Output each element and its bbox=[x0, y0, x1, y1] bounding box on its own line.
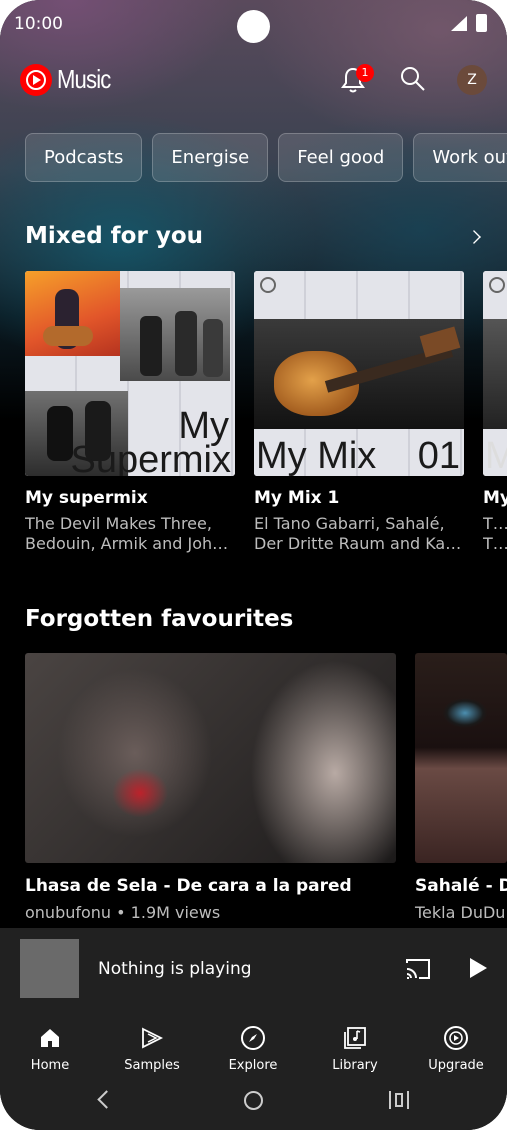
nav-explore[interactable]: Explore bbox=[213, 1020, 293, 1073]
library-icon bbox=[344, 1027, 366, 1049]
youtube-music-logo-icon[interactable] bbox=[20, 64, 52, 96]
video-thumbnail-sahale[interactable] bbox=[415, 653, 507, 863]
card-subtitle-line1: The Devil Makes Three, bbox=[25, 514, 212, 533]
home-icon bbox=[41, 1029, 59, 1047]
mix-card-my-mix-2[interactable]: M My Mix 2 The The bbox=[483, 271, 507, 554]
search-button[interactable] bbox=[400, 66, 426, 92]
my-mix-2-artwork: M bbox=[483, 271, 507, 476]
nav-upgrade[interactable]: Upgrade bbox=[416, 1020, 496, 1073]
supermix-artwork: My Supermix bbox=[25, 271, 235, 476]
mix-card-my-mix-1[interactable]: My Mix 01 My Mix 1 El Tano Gabarri, Saha… bbox=[254, 271, 464, 554]
mini-player[interactable]: Nothing is playing bbox=[0, 928, 507, 1010]
card-subtitle-line1: The bbox=[483, 514, 507, 533]
art-text-my-mix: My Mix bbox=[256, 435, 377, 476]
samples-icon bbox=[142, 1027, 164, 1049]
nav-home[interactable]: Home bbox=[10, 1020, 90, 1073]
mix-card-supermix[interactable]: My Supermix My supermix The Devil Makes … bbox=[25, 271, 235, 554]
system-navigation bbox=[0, 1090, 507, 1120]
now-playing-text: Nothing is playing bbox=[98, 959, 252, 979]
status-time: 10:00 bbox=[14, 14, 63, 34]
camera-cutout bbox=[237, 10, 270, 43]
status-bar: 10:00 bbox=[0, 0, 507, 48]
brand-name: Music bbox=[57, 64, 111, 94]
nav-library[interactable]: Library bbox=[315, 1020, 395, 1073]
card-subtitle-line2: Bedouin, Armik and Johnny... bbox=[25, 534, 235, 553]
chip-work-out[interactable]: Work out bbox=[413, 133, 507, 182]
back-icon[interactable] bbox=[97, 1090, 116, 1109]
art-text-m: M bbox=[485, 435, 507, 476]
card-subtitle-line1: El Tano Gabarri, Sahalé, bbox=[254, 514, 445, 533]
card-subtitle-line2: The bbox=[483, 534, 507, 553]
my-mix-1-artwork: My Mix 01 bbox=[254, 271, 464, 476]
notifications-button[interactable]: 1 bbox=[340, 64, 374, 96]
art-text-01: 01 bbox=[417, 435, 460, 476]
art-text-supermix: Supermix bbox=[70, 439, 232, 476]
nav-upgrade-label: Upgrade bbox=[428, 1058, 484, 1073]
cast-button[interactable] bbox=[405, 958, 431, 980]
nav-library-label: Library bbox=[332, 1058, 378, 1073]
phone-screen: 10:00 Music 1 Z Podcasts Energise Feel goo… bbox=[0, 0, 507, 1130]
play-icon[interactable] bbox=[470, 958, 487, 978]
nav-samples-label: Samples bbox=[124, 1058, 180, 1073]
mixed-for-you-title: Mixed for you bbox=[25, 223, 204, 249]
cast-icon bbox=[406, 959, 430, 979]
home-circle-icon[interactable] bbox=[244, 1091, 263, 1110]
mix-mark-icon bbox=[260, 277, 276, 293]
video-meta: onubufonu • 1.9M views bbox=[25, 903, 221, 922]
video-meta: Tekla DuDu bbox=[415, 903, 506, 922]
battery-icon bbox=[476, 14, 487, 32]
card-title: My Mix 1 bbox=[254, 488, 340, 508]
mini-player-thumbnail bbox=[20, 939, 79, 998]
card-title: My supermix bbox=[25, 488, 148, 508]
forgotten-favourites-title: Forgotten favourites bbox=[25, 606, 294, 632]
card-subtitle-line2: Der Dritte Raum and Karuan... bbox=[254, 534, 464, 553]
notification-badge: 1 bbox=[356, 64, 374, 82]
nav-explore-label: Explore bbox=[228, 1058, 278, 1073]
video-title[interactable]: Sahalé - Djembe bbox=[415, 876, 507, 896]
card-title: My Mix 2 bbox=[483, 488, 507, 508]
chip-energise[interactable]: Energise bbox=[152, 133, 269, 182]
recents-icon[interactable] bbox=[389, 1091, 409, 1109]
search-icon bbox=[401, 67, 425, 91]
bottom-navigation: Home Samples Explore Library Upgrade bbox=[0, 1010, 507, 1130]
mood-chips: Podcasts Energise Feel good Work out bbox=[25, 133, 507, 183]
nav-home-label: Home bbox=[30, 1058, 70, 1073]
chip-feel-good[interactable]: Feel good bbox=[278, 133, 404, 182]
video-title[interactable]: Lhasa de Sela - De cara a la pared bbox=[25, 876, 352, 896]
compass-icon bbox=[241, 1026, 265, 1050]
top-app-bar: Music 1 Z bbox=[0, 58, 507, 102]
video-thumbnail-lhasa[interactable] bbox=[25, 653, 396, 863]
chip-podcasts[interactable]: Podcasts bbox=[25, 133, 143, 182]
upgrade-icon bbox=[444, 1026, 468, 1050]
account-avatar[interactable]: Z bbox=[457, 65, 487, 95]
signal-icon bbox=[451, 16, 467, 31]
nav-samples[interactable]: Samples bbox=[112, 1020, 192, 1073]
